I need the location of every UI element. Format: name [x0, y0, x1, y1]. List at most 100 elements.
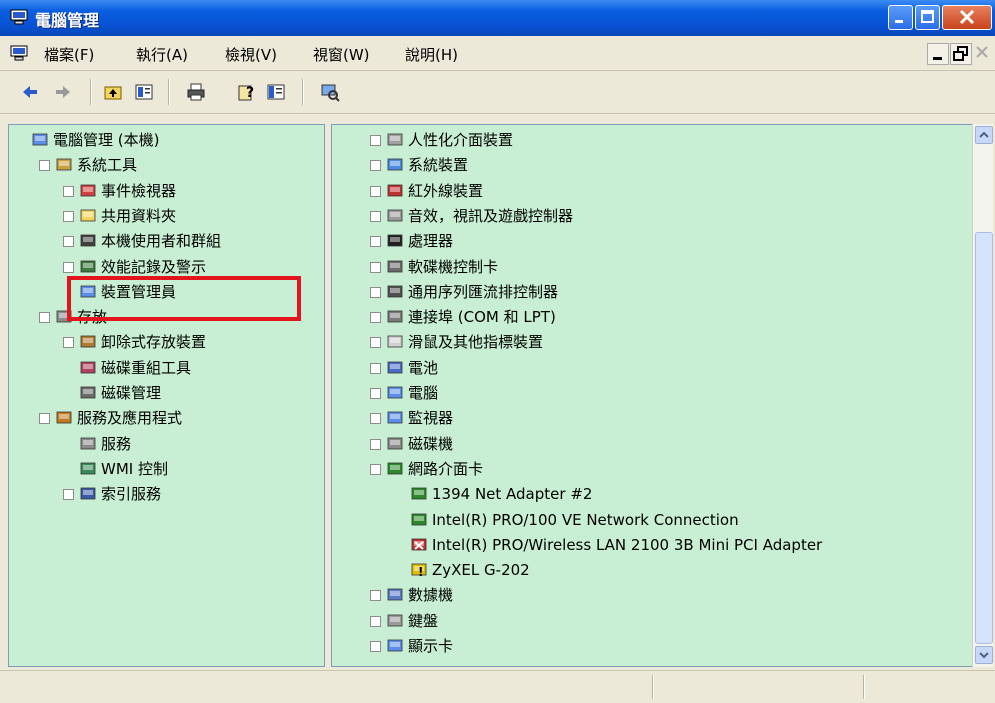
- expand-button[interactable]: [63, 261, 74, 273]
- expand-button[interactable]: [370, 362, 381, 374]
- device-item[interactable]: 顯示卡: [332, 635, 972, 657]
- device-item[interactable]: 通用序列匯流排控制器: [332, 281, 972, 303]
- console-tree-pane[interactable]: 電腦管理 (本機) 系統工具 事件檢視器 共用資料夾 本機使用者和群組 效能記錄及警示 裝置…: [8, 124, 325, 667]
- tree-item[interactable]: 磁碟管理: [9, 382, 324, 404]
- expand-button[interactable]: [370, 641, 381, 652]
- expand-button[interactable]: [370, 261, 381, 273]
- device-item[interactable]: Intel(R) PRO/Wireless LAN 2100 3B Mini P…: [332, 534, 972, 556]
- menu-file[interactable]: 檔案(F): [44, 44, 94, 65]
- mdi-restore-button[interactable]: [950, 43, 972, 65]
- menu-action[interactable]: 執行(A): [136, 44, 188, 65]
- title-bar[interactable]: 電腦管理: [0, 0, 995, 36]
- device-item[interactable]: 人性化介面裝置: [332, 129, 972, 151]
- expand-button[interactable]: [370, 312, 381, 324]
- device-item[interactable]: 音效，視訊及遊戲控制器: [332, 205, 972, 227]
- device-item[interactable]: 系統裝置: [332, 154, 972, 176]
- device-item[interactable]: 滑鼠及其他指標裝置: [332, 331, 972, 353]
- view-pane-icon[interactable]: [266, 82, 286, 102]
- expand-button[interactable]: [63, 210, 74, 222]
- scan-hardware-icon[interactable]: [320, 82, 340, 102]
- menu-window[interactable]: 視窗(W): [313, 44, 370, 65]
- expand-button[interactable]: [370, 236, 381, 248]
- minimize-button[interactable]: [888, 5, 913, 30]
- mdi-close-button[interactable]: [973, 43, 993, 63]
- expand-button[interactable]: [370, 388, 381, 399]
- expand-button[interactable]: [370, 413, 381, 425]
- collapse-button[interactable]: [39, 312, 50, 324]
- expand-button[interactable]: [370, 438, 381, 450]
- tree-item-label: 處理器: [408, 232, 454, 251]
- status-divider: [652, 675, 654, 699]
- device-item[interactable]: 軟碟機控制卡: [332, 256, 972, 278]
- expand-button[interactable]: [63, 337, 74, 349]
- expand-button[interactable]: [370, 185, 381, 197]
- menu-help[interactable]: 說明(H): [405, 44, 458, 65]
- device-list-pane[interactable]: 人性化介面裝置 系統裝置紅外線裝置音效，視訊及遊戲控制器處理器軟碟機控制卡通用序列…: [331, 124, 973, 667]
- collapse-button[interactable]: [39, 413, 50, 425]
- tree-item[interactable]: 系統工具: [9, 154, 324, 176]
- expand-button[interactable]: [370, 210, 381, 222]
- device-item[interactable]: 電池: [332, 357, 972, 379]
- defrag-icon: [80, 361, 96, 374]
- tree-item[interactable]: WMI 控制: [9, 458, 324, 480]
- toolbar: ?: [0, 71, 995, 114]
- status-bar: [0, 670, 995, 703]
- network-adapter-warning-icon: !: [411, 563, 427, 579]
- tree-item[interactable]: 服務及應用程式: [9, 407, 324, 429]
- device-item[interactable]: 紅外線裝置: [332, 180, 972, 202]
- close-icon: [976, 46, 988, 58]
- highlight-box: [67, 276, 301, 321]
- expand-button[interactable]: [63, 185, 74, 197]
- device-item[interactable]: 監視器: [332, 407, 972, 429]
- expand-button[interactable]: [63, 489, 74, 501]
- device-item[interactable]: 連接埠 (COM 和 LPT): [332, 306, 972, 328]
- toolbar-separator: [302, 79, 304, 105]
- device-item[interactable]: ! ZyXEL G-202: [332, 559, 972, 581]
- scroll-down-button[interactable]: [975, 646, 993, 664]
- expand-button[interactable]: [63, 236, 74, 248]
- device-item[interactable]: 鍵盤: [332, 610, 972, 632]
- expand-button[interactable]: [370, 590, 381, 602]
- expand-button[interactable]: [370, 286, 381, 298]
- scroll-thumb[interactable]: [975, 232, 993, 644]
- tree-item-label: 通用序列匯流排控制器: [408, 282, 559, 301]
- scroll-up-button[interactable]: [975, 126, 993, 144]
- collapse-button[interactable]: [39, 160, 50, 172]
- device-item[interactable]: 磁碟機: [332, 433, 972, 455]
- printer-icon[interactable]: [186, 82, 206, 102]
- expand-button[interactable]: [370, 615, 381, 627]
- tree-item[interactable]: 共用資料夾: [9, 205, 324, 227]
- expand-button[interactable]: [370, 160, 381, 172]
- tree-item[interactable]: 本機使用者和群組: [9, 230, 324, 252]
- device-item[interactable]: 1394 Net Adapter #2: [332, 483, 972, 505]
- close-button[interactable]: [942, 5, 992, 30]
- tree-item[interactable]: 卸除式存放裝置: [9, 331, 324, 353]
- folder-icon: [80, 209, 96, 222]
- tree-item[interactable]: 索引服務: [9, 483, 324, 505]
- up-folder-icon[interactable]: [103, 82, 123, 102]
- back-arrow-icon[interactable]: [20, 82, 40, 102]
- mdi-minimize-button[interactable]: [927, 43, 949, 65]
- menu-view[interactable]: 檢視(V): [225, 44, 277, 65]
- tree-item-label: 網路介面卡: [408, 459, 484, 478]
- tree-item[interactable]: 磁碟重組工具: [9, 357, 324, 379]
- properties-icon[interactable]: [134, 82, 154, 102]
- device-item[interactable]: 電腦: [332, 382, 972, 404]
- device-item[interactable]: 網路介面卡: [332, 458, 972, 480]
- tree-item[interactable]: 服務: [9, 433, 324, 455]
- expand-button[interactable]: [370, 135, 381, 146]
- collapse-button[interactable]: [370, 463, 381, 475]
- help-icon[interactable]: ?: [237, 82, 257, 102]
- tree-item[interactable]: 電腦管理 (本機): [9, 129, 324, 151]
- computer-management-icon[interactable]: [10, 45, 28, 61]
- expand-button[interactable]: [370, 337, 381, 349]
- device-item[interactable]: Intel(R) PRO/100 VE Network Connection: [332, 509, 972, 531]
- device-item[interactable]: 處理器: [332, 230, 972, 252]
- vertical-scrollbar[interactable]: [972, 124, 993, 667]
- device-item[interactable]: 數據機: [332, 584, 972, 606]
- tree-icon-wrapper: [31, 132, 49, 148]
- tree-item[interactable]: 事件檢視器: [9, 180, 324, 202]
- tree-item[interactable]: 效能記錄及警示: [9, 256, 324, 278]
- forward-arrow-icon[interactable]: [53, 82, 73, 102]
- maximize-button[interactable]: [915, 5, 940, 30]
